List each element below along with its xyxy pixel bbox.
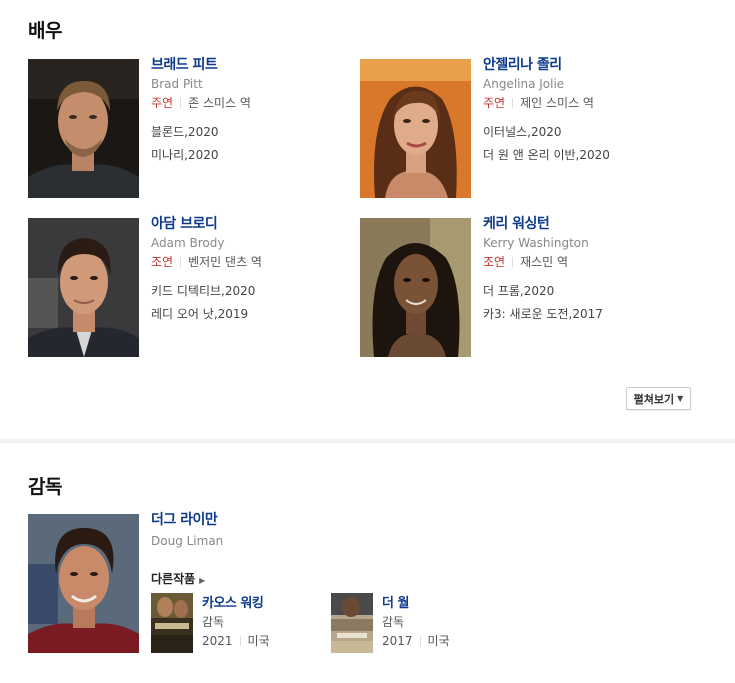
expand-button-label: 펼쳐보기	[633, 392, 675, 406]
film-year: 2017	[382, 634, 413, 648]
actor-card: 브래드 피트 Brad Pitt 주연 존 스미스 역 블론드,2020 미나리,…	[28, 56, 351, 199]
film-role: 감독	[202, 615, 225, 629]
role-type: 주연	[483, 96, 506, 110]
actor-role: 조연 벤저민 댄츠 역	[151, 254, 351, 270]
director-name-en: Doug Liman	[151, 534, 224, 548]
actor-role: 주연 제인 스미스 역	[483, 95, 683, 111]
film-role: 감독	[382, 615, 405, 629]
role-type: 조연	[483, 255, 506, 269]
work-link[interactable]: 카3: 새로운 도전,2017	[483, 306, 683, 322]
work-link[interactable]: 더 원 앤 온리 이반,2020	[483, 147, 683, 163]
film-meta: 2021 미국	[202, 632, 270, 649]
actor-card: 케리 워싱턴 Kerry Washington 조연 재스민 역 더 프롬,202…	[360, 215, 683, 358]
role-type: 주연	[151, 96, 174, 110]
separator	[239, 636, 241, 646]
chevron-right-icon: ▶	[199, 576, 206, 585]
actor-works: 키드 디텍티브,2020 레디 오어 낫,2019	[151, 283, 351, 322]
work-link[interactable]: 이터널스,2020	[483, 124, 683, 140]
film-year: 2021	[202, 634, 233, 648]
expand-button[interactable]: 펼쳐보기 ▼	[626, 387, 691, 410]
actor-name-en: Brad Pitt	[151, 77, 203, 91]
actor-name-en: Kerry Washington	[483, 236, 589, 250]
actor-card: 아담 브로디 Adam Brody 조연 벤저민 댄츠 역 키드 디텍티브,202…	[28, 215, 351, 358]
actor-name[interactable]: 케리 워싱턴	[483, 215, 683, 233]
work-link[interactable]: 더 프롬,2020	[483, 283, 683, 299]
work-link[interactable]: 키드 디텍티브,2020	[151, 283, 351, 299]
separator	[512, 98, 514, 108]
actor-role: 주연 존 스미스 역	[151, 95, 351, 111]
film-title[interactable]: 카오스 워킹	[202, 592, 264, 611]
actor-name[interactable]: 브래드 피트	[151, 56, 351, 74]
role-name: 벤저민 댄츠 역	[188, 255, 262, 269]
actor-photo[interactable]	[360, 218, 471, 357]
other-works-label: 다른작품	[151, 572, 196, 586]
actor-photo[interactable]	[360, 59, 471, 198]
actor-photo[interactable]	[28, 218, 139, 357]
director-photo[interactable]	[28, 514, 139, 653]
film-poster[interactable]	[331, 593, 373, 653]
role-name: 제인 스미스 역	[520, 96, 594, 110]
section-title-actors: 배우	[28, 20, 62, 42]
film-poster[interactable]	[151, 593, 193, 653]
role-name: 재스민 역	[520, 255, 569, 269]
director-info: 더그 라이만 Doug Liman	[151, 511, 351, 549]
film-country: 미국	[427, 634, 450, 648]
film-item: 더 월 감독 2017 미국	[331, 593, 501, 655]
separator	[512, 257, 514, 267]
actor-role: 조연 재스민 역	[483, 254, 683, 270]
work-link[interactable]: 미나리,2020	[151, 147, 351, 163]
director-name[interactable]: 더그 라이만	[151, 511, 351, 529]
caret-down-icon: ▼	[677, 394, 684, 403]
role-name: 존 스미스 역	[188, 96, 251, 110]
work-link[interactable]: 블론드,2020	[151, 124, 351, 140]
actor-card: 안젤리나 졸리 Angelina Jolie 주연 제인 스미스 역 이터널스,2…	[360, 56, 683, 199]
separator	[180, 98, 182, 108]
actor-works: 블론드,2020 미나리,2020	[151, 124, 351, 163]
role-type: 조연	[151, 255, 174, 269]
actor-photo[interactable]	[28, 59, 139, 198]
work-link[interactable]: 레디 오어 낫,2019	[151, 306, 351, 322]
film-country: 미국	[247, 634, 270, 648]
separator	[419, 636, 421, 646]
actor-name[interactable]: 아담 브로디	[151, 215, 351, 233]
film-item: 카오스 워킹 감독 2021 미국	[151, 593, 321, 655]
actor-name-en: Angelina Jolie	[483, 77, 565, 91]
separator	[180, 257, 182, 267]
actor-works: 더 프롬,2020 카3: 새로운 도전,2017	[483, 283, 683, 322]
actor-works: 이터널스,2020 더 원 앤 온리 이반,2020	[483, 124, 683, 163]
film-title[interactable]: 더 월	[382, 592, 409, 611]
film-meta: 2017 미국	[382, 632, 450, 649]
other-works-link[interactable]: 다른작품 ▶	[151, 570, 205, 587]
section-divider	[0, 439, 735, 443]
actor-name-en: Adam Brody	[151, 236, 225, 250]
actor-name[interactable]: 안젤리나 졸리	[483, 56, 683, 74]
section-title-director: 감독	[28, 476, 62, 498]
